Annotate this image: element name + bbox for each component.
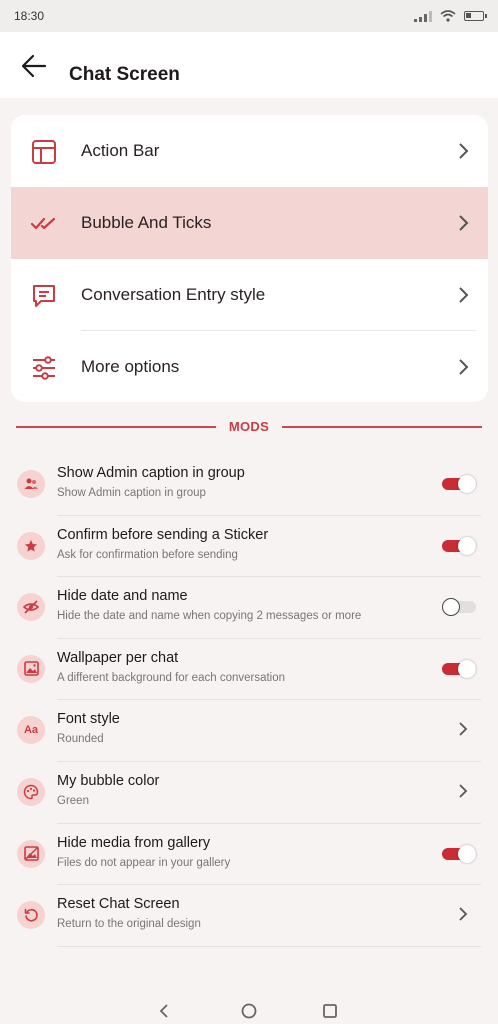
mod-subtitle: Rounded [57, 733, 104, 746]
eye-off-icon [17, 593, 45, 622]
nav-home-icon[interactable] [241, 1003, 257, 1019]
status-time: 18:30 [14, 9, 45, 23]
users-icon [17, 470, 45, 498]
mod-title: Hide media from gallery [57, 834, 211, 851]
mod-subtitle: Show Admin caption in group [57, 487, 206, 499]
system-nav-bar [0, 995, 498, 1024]
battery-icon [464, 11, 487, 21]
mod-confirm-sticker[interactable]: Confirm before sending a Sticker Ask for… [0, 516, 498, 578]
star-icon [17, 531, 45, 560]
mod-subtitle: Ask for confirmation before sending [57, 548, 238, 561]
mod-wallpaper-per-chat[interactable]: Wallpaper per chat A different backgroun… [0, 639, 498, 701]
chevron-right-icon [459, 287, 469, 303]
signal-icon [414, 10, 432, 22]
divider [57, 945, 481, 947]
status-bar: 18:30 [0, 0, 498, 32]
toggle-switch[interactable] [442, 475, 476, 493]
nav-back-icon[interactable] [156, 1003, 172, 1019]
mod-title: Reset Chat Screen [57, 896, 180, 913]
mod-subtitle: Return to the original design [57, 918, 201, 931]
mod-subtitle: Files do not appear in your gallery [57, 856, 231, 869]
menu-item-label: Action Bar [81, 141, 160, 160]
mod-subtitle: Green [57, 794, 89, 807]
chevron-right-icon [459, 143, 469, 159]
chevron-right-icon [459, 907, 468, 921]
mod-subtitle: A different background for each conversa… [57, 671, 286, 684]
mod-subtitle: Hide the date and name when copying 2 me… [57, 610, 362, 623]
divider [282, 426, 482, 428]
layout-icon [32, 140, 56, 164]
mod-title: Font style [57, 711, 120, 728]
palette-icon [17, 777, 45, 806]
mods-list: Show Admin caption in group Show Admin c… [0, 454, 498, 947]
chevron-right-icon [459, 359, 469, 375]
toggle-switch[interactable] [442, 659, 476, 678]
mod-title: My bubble color [57, 772, 160, 789]
menu-item-more-options[interactable]: More options [11, 331, 488, 402]
mod-title: Wallpaper per chat [57, 649, 179, 666]
mod-title: Show Admin caption in group [57, 465, 245, 481]
menu-item-conversation-entry-style[interactable]: Conversation Entry style [11, 259, 488, 331]
mods-section-header: MODS [16, 417, 482, 437]
font-icon: Aa [17, 716, 45, 745]
menu-item-label: Bubble And Ticks [81, 213, 212, 232]
chat-message-icon [33, 285, 55, 307]
nav-recents-icon[interactable] [322, 1003, 338, 1019]
toggle-switch[interactable] [442, 844, 476, 863]
menu-item-label: More options [81, 357, 180, 376]
page-title: Chat Screen [69, 64, 180, 85]
mod-reset-chat-screen[interactable]: Reset Chat Screen Return to the original… [0, 885, 498, 947]
mod-hide-media-from-gallery[interactable]: Hide media from gallery Files do not app… [0, 824, 498, 886]
toggle-switch[interactable] [442, 598, 476, 617]
mod-show-admin-caption[interactable]: Show Admin caption in group Show Admin c… [0, 454, 498, 516]
mod-my-bubble-color[interactable]: My bubble color Green [0, 762, 498, 824]
chevron-right-icon [459, 722, 468, 737]
image-icon [17, 654, 45, 683]
menu-item-bubble-and-ticks[interactable]: Bubble And Ticks [11, 187, 488, 259]
app-header: Chat Screen [0, 32, 498, 98]
wifi-icon [440, 10, 456, 22]
chevron-right-icon [459, 784, 468, 798]
gallery-off-icon [17, 839, 45, 868]
status-icons [414, 10, 487, 22]
reset-icon [17, 901, 45, 930]
chevron-right-icon [459, 215, 469, 231]
sliders-icon [33, 356, 55, 380]
mod-font-style[interactable]: Aa Font style Rounded [0, 700, 498, 762]
double-check-icon [31, 217, 56, 230]
mod-hide-date-and-name[interactable]: Hide date and name Hide the date and nam… [0, 577, 498, 639]
back-arrow-icon[interactable] [20, 52, 48, 80]
menu-item-label: Conversation Entry style [81, 285, 266, 304]
menu-item-action-bar[interactable]: Action Bar [11, 115, 488, 187]
mod-title: Hide date and name [57, 588, 188, 605]
mod-title: Confirm before sending a Sticker [57, 526, 269, 543]
settings-menu-card: Action Bar Bubble And Ticks Conversation… [11, 115, 488, 402]
toggle-switch[interactable] [442, 536, 476, 555]
